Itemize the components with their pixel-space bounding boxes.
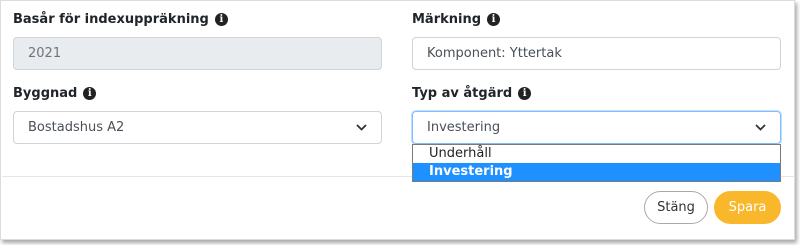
info-icon[interactable]: i <box>83 87 97 100</box>
info-icon[interactable]: i <box>214 13 228 26</box>
marking-label-text: Märkning <box>412 12 482 27</box>
building-select[interactable]: Bostadshus A2 <box>13 111 382 144</box>
action-type-label-text: Typ av åtgärd <box>412 86 513 101</box>
chevron-down-icon <box>355 122 367 134</box>
info-icon[interactable]: i <box>487 13 501 26</box>
marking-input[interactable]: Komponent: Yttertak <box>412 37 781 70</box>
base-year-value: 2021 <box>28 46 62 61</box>
close-button[interactable]: Stäng <box>644 191 708 224</box>
action-type-dropdown: Underhåll Investering <box>412 144 781 182</box>
dialog: Basår för indexuppräkning i 2021 Märknin… <box>0 0 795 240</box>
marking-value: Komponent: Yttertak <box>427 46 562 61</box>
base-year-field: 2021 <box>13 37 382 70</box>
action-type-label: Typ av åtgärd i <box>412 86 532 101</box>
building-label: Byggnad i <box>13 86 97 101</box>
info-icon[interactable]: i <box>518 87 532 100</box>
chevron-down-icon <box>754 122 766 134</box>
building-value: Bostadshus A2 <box>28 120 125 135</box>
base-year-label-text: Basår för indexuppräkning <box>13 12 209 27</box>
dropdown-option-underhall[interactable]: Underhåll <box>413 145 780 163</box>
base-year-label: Basår för indexuppräkning i <box>13 12 228 27</box>
dropdown-option-investering[interactable]: Investering <box>413 163 780 181</box>
action-type-select[interactable]: Investering <box>412 111 781 144</box>
action-type-value: Investering <box>427 120 501 135</box>
marking-label: Märkning i <box>412 12 501 27</box>
building-label-text: Byggnad <box>13 86 78 101</box>
save-button[interactable]: Spara <box>714 191 781 224</box>
